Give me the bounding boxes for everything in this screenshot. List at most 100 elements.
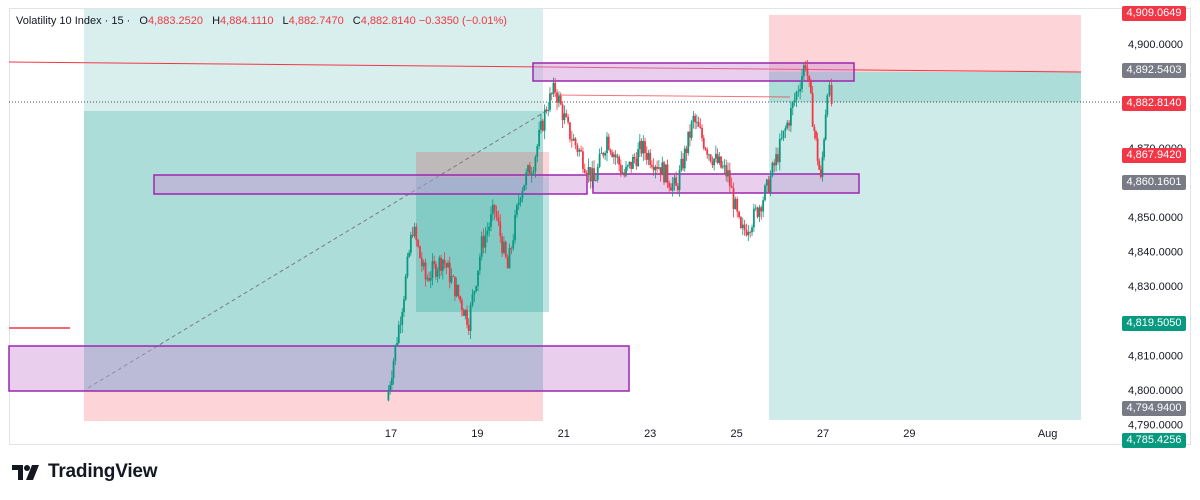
- candle-body: [477, 270, 479, 286]
- candle-body: [419, 246, 421, 259]
- price-tag: 4,794.9400: [1122, 400, 1186, 416]
- candle-body: [404, 276, 407, 300]
- candle-body: [420, 258, 423, 267]
- candle-body: [561, 104, 564, 121]
- candle-body: [521, 190, 524, 198]
- candle-body: [563, 113, 566, 121]
- price-tag: 4,819.5050: [1122, 315, 1186, 331]
- symbol-label[interactable]: Volatility 10 Index · 15 ·: [16, 15, 130, 27]
- candle-body: [808, 75, 811, 81]
- candle-body: [614, 154, 617, 158]
- candle-body: [680, 158, 683, 171]
- candle-body: [813, 126, 816, 132]
- candle-body: [408, 252, 411, 257]
- candle-body: [649, 152, 652, 165]
- candle-body: [452, 275, 455, 277]
- brand[interactable]: TradingView: [12, 461, 158, 483]
- price-tag: 4,867.9420: [1122, 147, 1186, 163]
- time-axis[interactable]: 17 19 21 23 25 27 29 Aug: [385, 428, 1058, 440]
- candle-body: [389, 384, 392, 391]
- candle-body: [417, 240, 420, 247]
- candle-body: [431, 261, 434, 278]
- time-axis-label: 29: [903, 428, 915, 440]
- candle-body: [777, 154, 779, 163]
- candle-body: [460, 300, 463, 310]
- time-axis-label: 27: [817, 428, 829, 440]
- candle-body: [619, 164, 622, 173]
- time-axis-label: Aug: [1038, 428, 1058, 440]
- candle-body: [428, 278, 430, 281]
- candle-body: [760, 207, 763, 212]
- candle-body: [640, 140, 643, 154]
- candle-body: [702, 138, 705, 149]
- candle-body: [609, 149, 612, 153]
- candle-body: [663, 162, 665, 183]
- time-axis-label: 21: [558, 428, 570, 440]
- price-chart[interactable]: 4,900.00004,870.00004,850.00004,840.0000…: [0, 0, 1200, 500]
- candle-body: [645, 153, 648, 160]
- candle-body: [527, 165, 529, 173]
- candle-body: [448, 262, 451, 283]
- candle-body: [409, 234, 412, 253]
- candle-body: [433, 261, 436, 264]
- candle-body: [440, 257, 443, 271]
- price-tag: 4,909.0649: [1122, 5, 1186, 21]
- candle-body: [471, 294, 474, 305]
- candle-body: [687, 131, 690, 153]
- candle-body: [557, 95, 560, 103]
- drawing-layer: [8, 9, 1120, 421]
- candle-body: [508, 247, 511, 269]
- candle-body: [478, 256, 481, 271]
- candle-body: [670, 187, 672, 191]
- candle-body: [604, 153, 607, 156]
- candle-body: [775, 154, 777, 166]
- candle-body: [602, 152, 605, 156]
- candle-body: [815, 131, 817, 139]
- candle-body: [626, 165, 629, 167]
- candle-body: [510, 247, 513, 249]
- candle-body: [685, 148, 688, 153]
- candle-body: [623, 172, 626, 176]
- candle-body: [545, 109, 548, 111]
- candle-body: [730, 186, 733, 189]
- candle-body: [455, 284, 458, 297]
- candle-body: [572, 138, 575, 141]
- candle-body: [758, 207, 761, 217]
- candle-body: [540, 120, 542, 130]
- candle-body: [771, 162, 774, 176]
- candle-body: [678, 170, 681, 191]
- candle-body: [415, 226, 418, 241]
- candle-body: [736, 199, 739, 212]
- candle-body: [633, 156, 636, 159]
- candle-body: [589, 166, 592, 182]
- candle-body: [506, 256, 509, 269]
- candle-body: [582, 151, 584, 170]
- price-tag: 4,785.4256: [1122, 433, 1186, 449]
- candle-body: [801, 76, 803, 89]
- candle-body: [411, 234, 414, 237]
- candle-body: [732, 188, 735, 210]
- candle-body: [593, 168, 595, 181]
- candle-body: [821, 157, 824, 177]
- candle-body: [600, 152, 603, 154]
- candle-body: [799, 88, 802, 92]
- candle-body: [720, 156, 722, 168]
- zone-bottom: [8, 345, 630, 392]
- ohlc-legend: Volatility 10 Index · 15 · O4,883.2520 H…: [16, 15, 507, 27]
- candle-body: [491, 204, 494, 215]
- candle-body: [654, 166, 657, 171]
- candle-body: [749, 232, 752, 233]
- tradingview-logo-icon: [12, 465, 39, 480]
- candle-body: [823, 139, 825, 158]
- candle-body: [495, 211, 498, 218]
- candle-body: [690, 121, 693, 138]
- candle-body: [673, 177, 676, 184]
- candle-body: [519, 197, 522, 203]
- candle-body: [464, 309, 467, 316]
- brand-name: TradingView: [48, 461, 158, 482]
- candle-body: [536, 145, 539, 157]
- candle-body: [718, 156, 721, 163]
- candle-body: [709, 154, 712, 162]
- candle-body: [569, 122, 571, 140]
- candle-body: [547, 109, 550, 111]
